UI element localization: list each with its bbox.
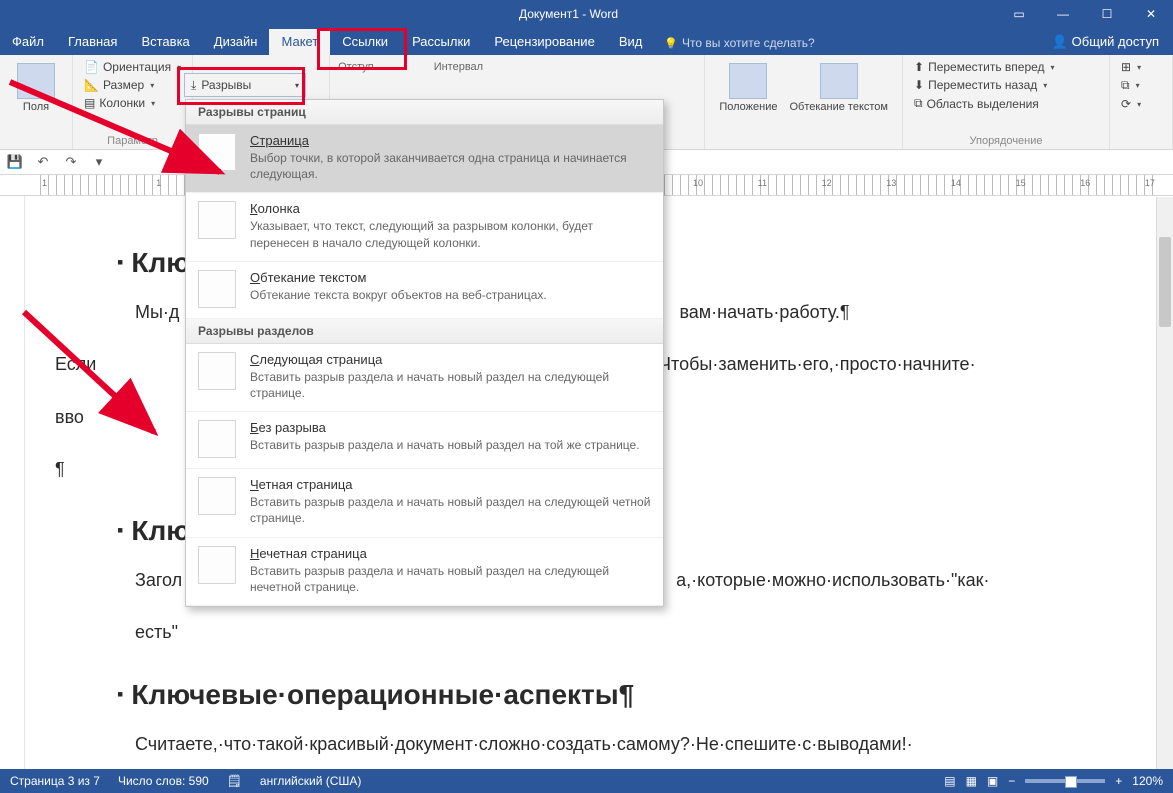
document-title: Документ1 - Word [140,7,997,21]
group-button[interactable]: ⧉▾ [1118,77,1164,94]
breaks-button[interactable]: ⤓ Разрывы▾ [184,73,306,97]
minimize-button[interactable]: — [1041,0,1085,28]
break-even-item[interactable]: Четная страницаВставить разрыв раздела и… [186,469,663,537]
margins-button[interactable]: Поля [8,59,64,118]
indent-label: Отступ [338,61,374,73]
undo-icon[interactable]: ↶ [34,153,52,171]
breaks-dropdown: Разрывы страниц СтраницаВыбор точки, в к… [185,99,664,607]
break-column-item[interactable]: КолонкаУказывает, что текст, следующий з… [186,193,663,261]
section-breaks-header: Разрывы разделов [186,319,663,344]
ribbon-options-icon[interactable]: ▭ [997,0,1041,28]
titlebar: Документ1 - Word ▭ — ☐ ✕ [0,0,1173,28]
page-breaks-header: Разрывы страниц [186,100,663,125]
heading-3: Ключевые·операционные·аспекты¶ [117,668,1113,721]
oddpage-break-icon [198,546,236,584]
orientation-button[interactable]: 📄Ориентация▾ [81,59,184,75]
break-textwrap-item[interactable]: Обтекание текстомОбтекание текста вокруг… [186,262,663,319]
nextpage-break-icon [198,352,236,390]
maximize-button[interactable]: ☐ [1085,0,1129,28]
position-button[interactable]: Положение [713,59,783,118]
tab-mailings[interactable]: Рассылки [400,29,482,55]
share-button[interactable]: 👤Общий доступ [1037,29,1173,55]
spacing-label: Интервал [434,61,483,73]
paragraph: Считаете,·что·такой·красивый·документ·сл… [135,727,1113,761]
break-continuous-item[interactable]: Без разрываВставить разрыв раздела и нач… [186,412,663,469]
columns-button[interactable]: ▤Колонки▾ [81,95,184,111]
breaks-icon: ⤓ [191,78,196,93]
web-layout-icon[interactable]: ▣ [987,774,998,788]
paragraph: есть" [135,615,1113,649]
zoom-in-icon[interactable]: + [1115,774,1122,788]
tab-layout[interactable]: Макет [269,29,330,55]
wrap-text-button[interactable]: Обтекание текстом [783,59,894,118]
statusbar: Страница 3 из 7 Число слов: 590 🗒 англий… [0,769,1173,793]
tab-file[interactable]: Файл [0,29,56,55]
evenpage-break-icon [198,477,236,515]
read-mode-icon[interactable]: ▤ [944,774,955,788]
tab-review[interactable]: Рецензирование [482,29,606,55]
break-odd-item[interactable]: Нечетная страницаВставить разрыв раздела… [186,538,663,606]
print-layout-icon[interactable]: ▦ [966,774,977,788]
continuous-break-icon [198,420,236,458]
tell-me[interactable]: Что вы хотите сделать? [654,31,824,55]
align-button[interactable]: ⊞▾ [1118,59,1164,75]
page-setup-group-label: Параметр [81,132,184,147]
close-button[interactable]: ✕ [1129,0,1173,28]
break-page-item[interactable]: СтраницаВыбор точки, в которой заканчива… [186,125,663,193]
size-button[interactable]: 📐Размер▾ [81,77,184,93]
page-indicator[interactable]: Страница 3 из 7 [10,774,100,788]
page-break-icon [198,133,236,171]
arrange-group-label: Упорядочение [911,132,1101,147]
save-icon[interactable]: 💾 [6,153,24,171]
textwrap-break-icon [198,270,236,308]
redo-icon[interactable]: ↷ [62,153,80,171]
rotate-button[interactable]: ⟳▾ [1118,96,1164,112]
bring-forward-button[interactable]: ⬆Переместить вперед▾ [911,59,1101,75]
vertical-scrollbar[interactable] [1156,197,1173,769]
tab-view[interactable]: Вид [607,29,655,55]
tab-insert[interactable]: Вставка [129,29,201,55]
selection-pane-button[interactable]: ⧉Область выделения [911,95,1101,112]
qat-more-icon[interactable]: ▾ [90,153,108,171]
send-backward-button[interactable]: ⬇Переместить назад▾ [911,77,1101,93]
tab-home[interactable]: Главная [56,29,129,55]
tab-design[interactable]: Дизайн [202,29,270,55]
break-nextpage-item[interactable]: Следующая страницаВставить разрыв раздел… [186,344,663,412]
zoom-level[interactable]: 120% [1132,774,1163,788]
spellcheck-icon[interactable]: 🗒 [227,774,242,788]
zoom-out-icon[interactable]: − [1008,774,1015,788]
ribbon-tabs: Файл Главная Вставка Дизайн Макет Ссылки… [0,28,1173,55]
tab-references[interactable]: Ссылки [330,29,400,55]
column-break-icon [198,201,236,239]
language-indicator[interactable]: английский (США) [260,774,361,788]
word-count[interactable]: Число слов: 590 [118,774,209,788]
vertical-ruler[interactable] [0,196,25,769]
